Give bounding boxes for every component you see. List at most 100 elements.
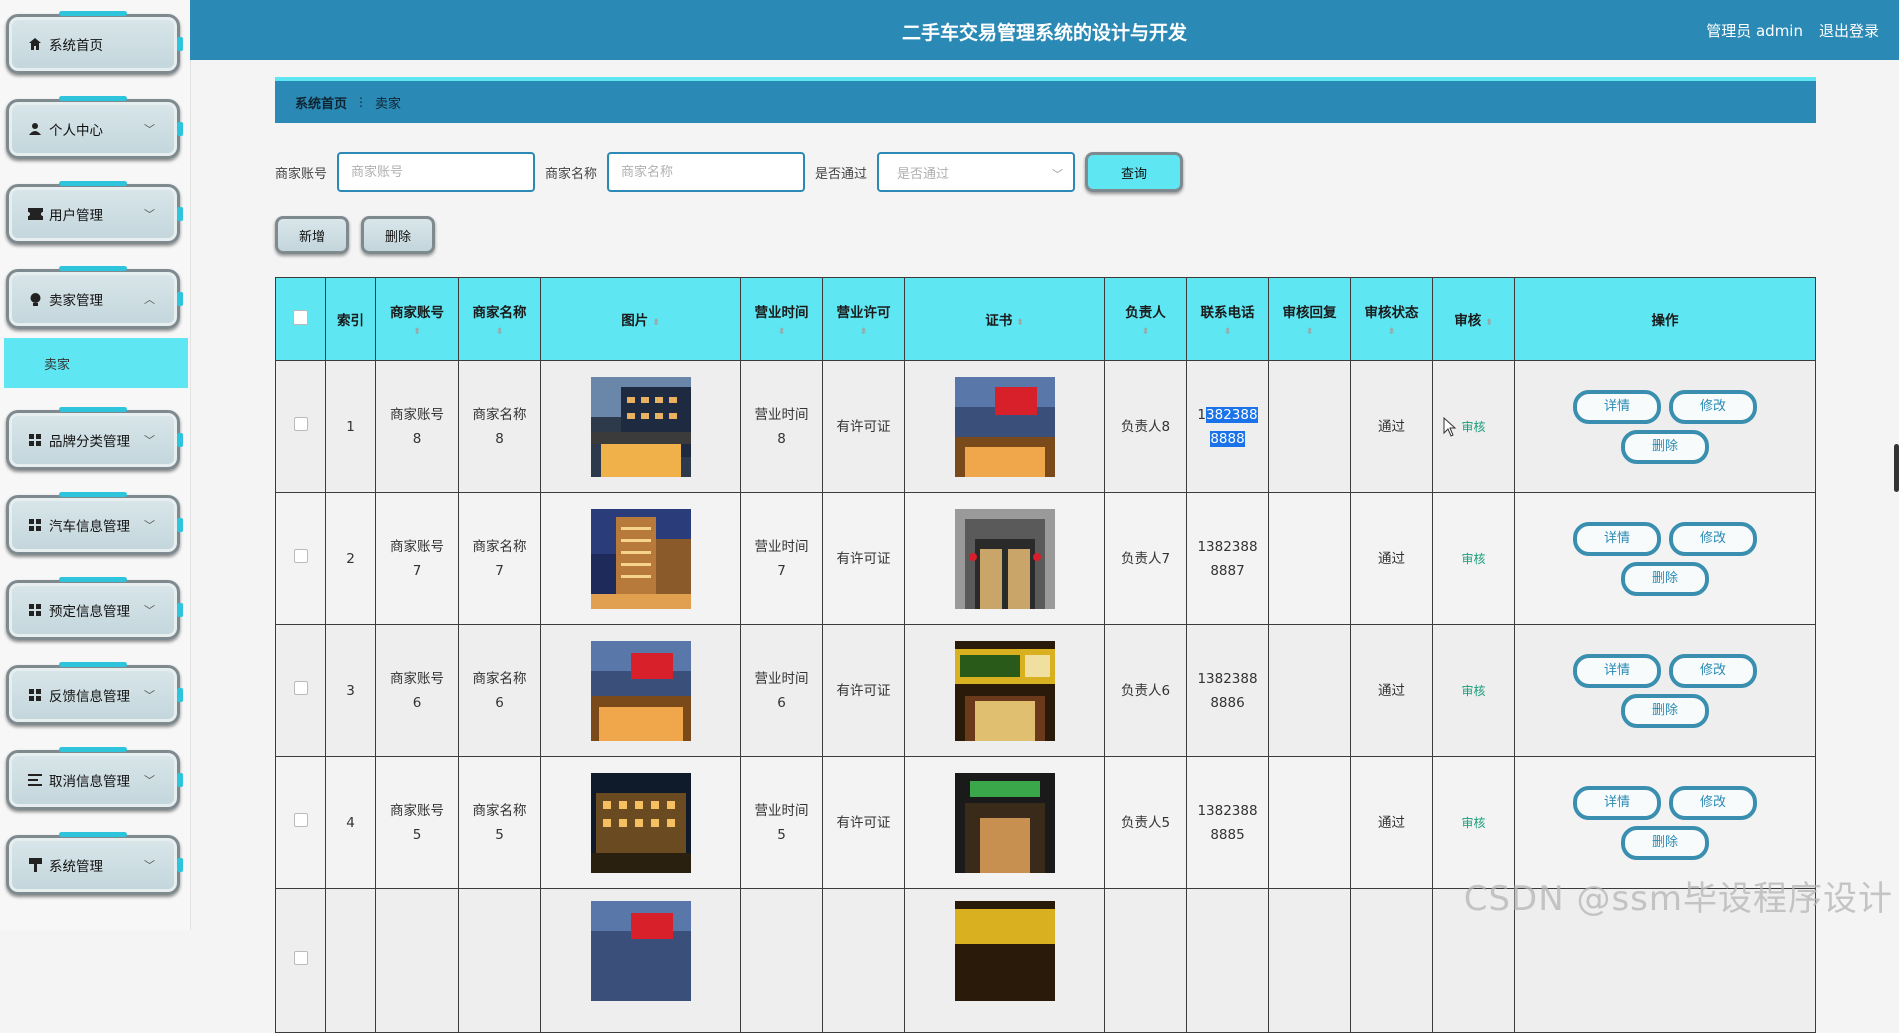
delete-button[interactable]: 删除 (1621, 429, 1709, 464)
cell-picture[interactable] (540, 888, 741, 1033)
edit-button[interactable]: 修改 (1669, 521, 1757, 556)
account-search-input[interactable] (337, 152, 536, 192)
row-checkbox[interactable] (293, 812, 308, 827)
sort-icon[interactable]: ⬍ (1485, 318, 1493, 328)
sidebar-item-system[interactable]: 系统管理 ﹀ (6, 832, 183, 895)
cell-ops: 详情 修改 删除 (1514, 360, 1816, 493)
col-ops: 操作 (1514, 277, 1816, 361)
add-button[interactable]: 新增 (275, 216, 349, 254)
delete-button[interactable]: 删除 (1621, 693, 1709, 728)
select-all-checkbox[interactable] (293, 309, 308, 325)
sidebar-item-cars[interactable]: 汽车信息管理 ﹀ (6, 492, 183, 555)
sort-icon[interactable]: ⬍ (652, 318, 660, 328)
cell-reply (1268, 492, 1351, 625)
detail-button[interactable]: 详情 (1573, 521, 1661, 556)
name-search-input[interactable] (607, 152, 806, 192)
sidebar-item-users[interactable]: 用户管理 ﹀ (6, 181, 183, 244)
col-picture[interactable]: 图片 ⬍ (540, 277, 741, 361)
sidebar-item-profile[interactable]: 个人中心 ﹀ (6, 96, 183, 159)
sort-icon[interactable]: ⬍ (459, 327, 540, 337)
cell-account: 商家账号 7 (375, 492, 459, 625)
col-license[interactable]: 营业许可 ⬍ (822, 277, 905, 361)
sort-icon[interactable]: ⬍ (1016, 318, 1024, 328)
cell-picture[interactable] (540, 492, 741, 625)
cell-cert[interactable] (904, 888, 1105, 1033)
delete-button[interactable]: 删除 (1621, 561, 1709, 596)
row-checkbox[interactable] (293, 950, 308, 965)
chevron-down-icon: ﹀ (144, 519, 155, 532)
certificate-photo-entrance (954, 508, 1055, 609)
col-reply[interactable]: 审核回复 ⬍ (1268, 277, 1351, 361)
table-row: 1 商家账号 8 商家名称 8 营业时间 8 有许可证 负责人8 1382388 888… (275, 360, 1816, 493)
breadcrumb: 系统首页 ⋮ 卖家 (275, 77, 1816, 123)
sort-icon[interactable]: ⬍ (1105, 327, 1186, 337)
sort-icon[interactable]: ⬍ (741, 327, 822, 337)
sort-icon[interactable]: ⬍ (1269, 327, 1350, 337)
cell-hours: 营业时间 6 (740, 624, 823, 757)
edit-button[interactable]: 修改 (1669, 389, 1757, 424)
cell-cert[interactable] (904, 492, 1105, 625)
grid-icon (27, 687, 43, 703)
sidebar-item-cancel[interactable]: 取消信息管理 ﹀ (6, 747, 183, 810)
audit-link[interactable]: 审核 (1461, 420, 1485, 434)
grid-icon (27, 517, 43, 533)
cell-phone: 1382388 8887 (1186, 492, 1269, 625)
breadcrumb-home[interactable]: 系统首页 (295, 93, 347, 112)
detail-button[interactable]: 详情 (1573, 389, 1661, 424)
top-header: 二手车交易管理系统的设计与开发 管理员 admin 退出登录 (190, 0, 1899, 60)
cell-status: 通过 (1350, 492, 1433, 625)
detail-button[interactable]: 详情 (1573, 785, 1661, 820)
audit-link[interactable]: 审核 (1461, 816, 1485, 830)
edit-button[interactable]: 修改 (1669, 653, 1757, 688)
col-audit[interactable]: 审核 ⬍ (1432, 277, 1515, 361)
scrollbar-thumb[interactable] (1894, 444, 1899, 492)
cell-picture[interactable] (540, 360, 741, 493)
sidebar-item-brand[interactable]: 品牌分类管理 ﹀ (6, 407, 183, 470)
sort-icon[interactable]: ⬍ (376, 327, 458, 337)
audit-link[interactable]: 审核 (1461, 552, 1485, 566)
cell-picture[interactable] (540, 624, 741, 757)
sidebar-item-label: 预定信息管理 (49, 604, 130, 620)
col-account[interactable]: 商家账号 ⬍ (375, 277, 459, 361)
col-person[interactable]: 负责人 ⬍ (1104, 277, 1187, 361)
col-cert[interactable]: 证书 ⬍ (904, 277, 1105, 361)
cell-cert[interactable] (904, 624, 1105, 757)
batch-delete-button[interactable]: 删除 (361, 216, 435, 254)
cell-cert[interactable] (904, 756, 1105, 889)
logout-link[interactable]: 退出登录 (1819, 20, 1879, 41)
cell-hours: 营业时间 8 (740, 360, 823, 493)
row-checkbox[interactable] (293, 680, 308, 695)
sidebar-item-feedback[interactable]: 反馈信息管理 ﹀ (6, 662, 183, 725)
chevron-down-icon: ﹀ (144, 208, 155, 221)
cell-name: 商家名称 5 (458, 756, 541, 889)
col-hours[interactable]: 营业时间 ⬍ (740, 277, 823, 361)
cell-picture[interactable] (540, 756, 741, 889)
col-status[interactable]: 审核状态 ⬍ (1350, 277, 1433, 361)
cell-hours: 营业时间 5 (740, 756, 823, 889)
sort-icon[interactable]: ⬍ (1187, 327, 1268, 337)
row-checkbox[interactable] (293, 548, 308, 563)
sidebar-item-label: 卖家管理 (49, 293, 103, 309)
pass-label: 是否通过 (815, 166, 868, 182)
home-icon (27, 36, 43, 52)
pass-select[interactable]: 是否通过 ﹀ (877, 152, 1076, 192)
cell-audit: 审核 (1432, 624, 1515, 757)
delete-button[interactable]: 删除 (1621, 825, 1709, 860)
person-icon (27, 121, 43, 137)
col-name[interactable]: 商家名称 ⬍ (458, 277, 541, 361)
edit-button[interactable]: 修改 (1669, 785, 1757, 820)
query-button[interactable]: 查询 (1085, 152, 1184, 192)
selected-text: 382388 (1206, 406, 1258, 423)
sidebar-subitem-seller[interactable]: 卖家 (4, 338, 188, 388)
sidebar-item-home[interactable]: 系统首页 (6, 11, 183, 74)
row-checkbox[interactable] (293, 416, 308, 431)
audit-link[interactable]: 审核 (1461, 684, 1485, 698)
detail-button[interactable]: 详情 (1573, 653, 1661, 688)
sidebar-item-sellers[interactable]: 卖家管理 ︿ (6, 266, 183, 329)
sort-icon[interactable]: ⬍ (823, 327, 904, 337)
col-phone[interactable]: 联系电话 ⬍ (1186, 277, 1269, 361)
cell-cert[interactable] (904, 360, 1105, 493)
sort-icon[interactable]: ⬍ (1351, 327, 1432, 337)
sidebar-item-booking[interactable]: 预定信息管理 ﹀ (6, 577, 183, 640)
list-icon (27, 772, 43, 788)
